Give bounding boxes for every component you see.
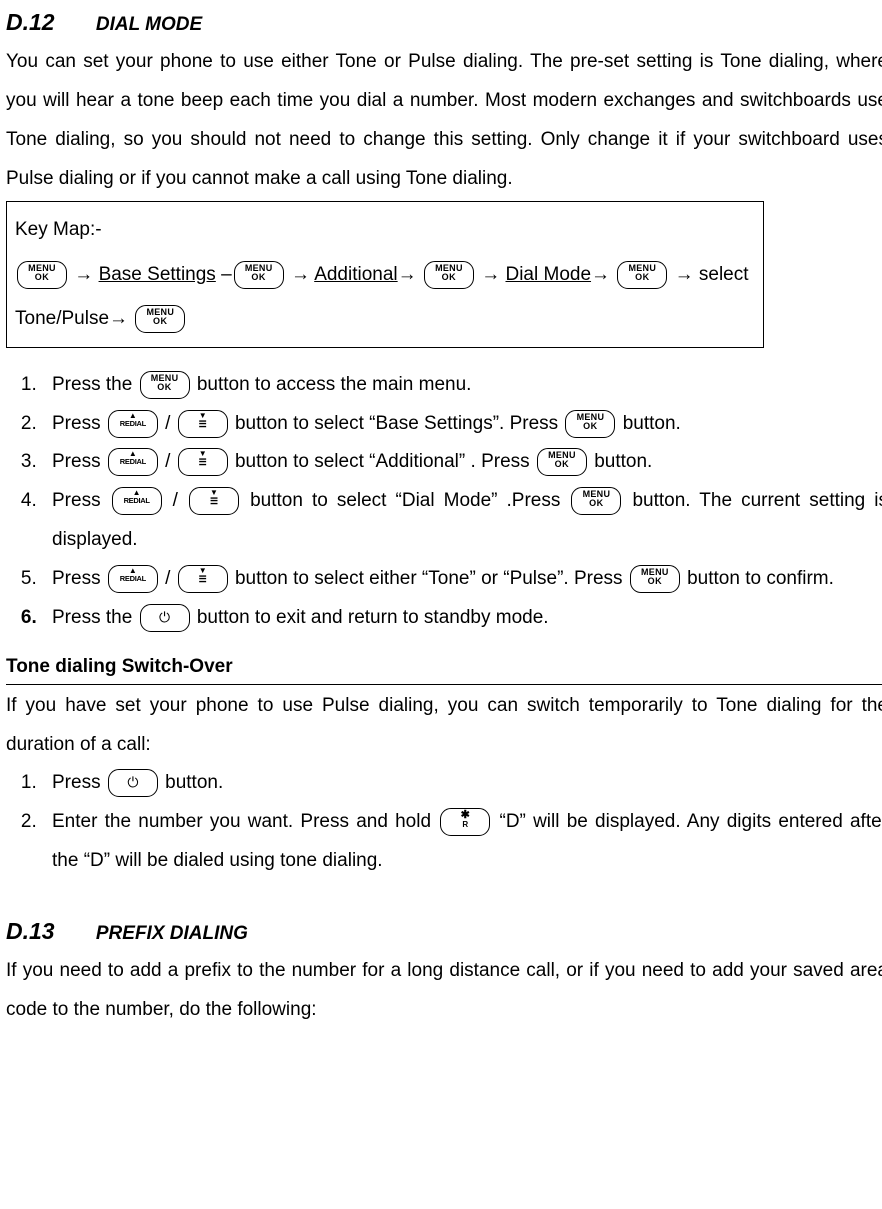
menu-ok-icon xyxy=(571,487,621,515)
step-text: Press the xyxy=(52,607,138,628)
list-item: Press / button to select “Dial Mode” .Pr… xyxy=(42,482,882,560)
arrow-icon: → xyxy=(398,264,417,285)
step-text: Press xyxy=(52,772,106,793)
star-r-icon xyxy=(440,808,490,836)
keymap-box: Key Map:- → Base Settings – → Additional… xyxy=(6,201,764,348)
menu-ok-icon xyxy=(424,261,474,289)
list-item: Press / button to select “Additional” . … xyxy=(42,443,882,482)
tone-step-list: Press button. Enter the number you want.… xyxy=(6,764,882,881)
keymap-label: Key Map:- xyxy=(15,208,755,252)
list-item: Press the button to exit and return to s… xyxy=(42,599,882,638)
menu-ok-icon xyxy=(630,565,680,593)
arrow-icon: → xyxy=(591,264,610,285)
up-redial-icon xyxy=(108,448,158,476)
dash: – xyxy=(221,264,232,285)
arrow-icon: → xyxy=(675,264,694,285)
step-text: button to select “Additional” . Press xyxy=(230,451,535,472)
section-d12-heading: D.12 DIAL MODE xyxy=(6,4,882,41)
section-title: DIAL MODE xyxy=(96,14,202,35)
arrow-icon: → xyxy=(109,308,128,329)
power-icon xyxy=(108,769,158,797)
keymap-additional: Additional xyxy=(314,264,397,285)
step-text: Press xyxy=(52,568,106,589)
section-number: D.12 xyxy=(6,9,55,35)
step-text: Press xyxy=(52,490,110,511)
step-text: button. xyxy=(589,451,652,472)
d12-intro-paragraph: You can set your phone to use either Ton… xyxy=(6,43,882,199)
list-item: Press button. xyxy=(42,764,882,803)
list-item: Press the button to access the main menu… xyxy=(42,366,882,405)
d13-intro-paragraph: If you need to add a prefix to the numbe… xyxy=(6,952,882,1030)
menu-ok-icon xyxy=(234,261,284,289)
arrow-icon: → xyxy=(74,264,93,285)
menu-ok-icon xyxy=(17,261,67,289)
down-list-icon xyxy=(178,448,228,476)
step-text: button to select “Base Settings”. Press xyxy=(230,413,564,434)
list-item: Enter the number you want. Press and hol… xyxy=(42,803,882,881)
menu-ok-icon xyxy=(135,305,185,333)
down-list-icon xyxy=(178,410,228,438)
step-text: button to select “Dial Mode” .Press xyxy=(241,490,569,511)
keymap-select-text: select xyxy=(699,264,749,285)
up-redial-icon xyxy=(108,410,158,438)
down-list-icon xyxy=(189,487,239,515)
list-item: Press / button to select “Base Settings”… xyxy=(42,405,882,444)
menu-ok-icon xyxy=(565,410,615,438)
keymap-tone-pulse: Tone/Pulse xyxy=(15,308,109,329)
menu-ok-icon xyxy=(537,448,587,476)
step-text: button to exit and return to standby mod… xyxy=(192,607,549,628)
section-title: PREFIX DIALING xyxy=(96,923,248,944)
keymap-dial-mode: Dial Mode xyxy=(505,264,591,285)
power-icon xyxy=(140,604,190,632)
menu-ok-icon xyxy=(617,261,667,289)
section-number: D.13 xyxy=(6,918,55,944)
tone-switch-over-intro: If you have set your phone to use Pulse … xyxy=(6,687,882,765)
step-text: button to select either “Tone” or “Pulse… xyxy=(230,568,628,589)
step-text: Press the xyxy=(52,374,138,395)
arrow-icon: → xyxy=(291,264,310,285)
up-redial-icon xyxy=(108,565,158,593)
up-redial-icon xyxy=(112,487,162,515)
step-text: Press xyxy=(52,413,106,434)
keymap-base-settings: Base Settings xyxy=(99,264,216,285)
d12-step-list: Press the button to access the main menu… xyxy=(6,366,882,639)
step-text: button to access the main menu. xyxy=(192,374,472,395)
step-text: button. xyxy=(160,772,223,793)
step-text: button to confirm. xyxy=(682,568,834,589)
menu-ok-icon xyxy=(140,371,190,399)
step-text: Enter the number you want. Press and hol… xyxy=(52,811,438,832)
list-item: Press / button to select either “Tone” o… xyxy=(42,560,882,599)
arrow-icon: → xyxy=(481,264,500,285)
tone-switch-over-heading: Tone dialing Switch-Over xyxy=(6,652,882,684)
section-d13-heading: D.13 PREFIX DIALING xyxy=(6,913,882,950)
step-text: button. xyxy=(617,413,680,434)
step-text: Press xyxy=(52,451,106,472)
down-list-icon xyxy=(178,565,228,593)
